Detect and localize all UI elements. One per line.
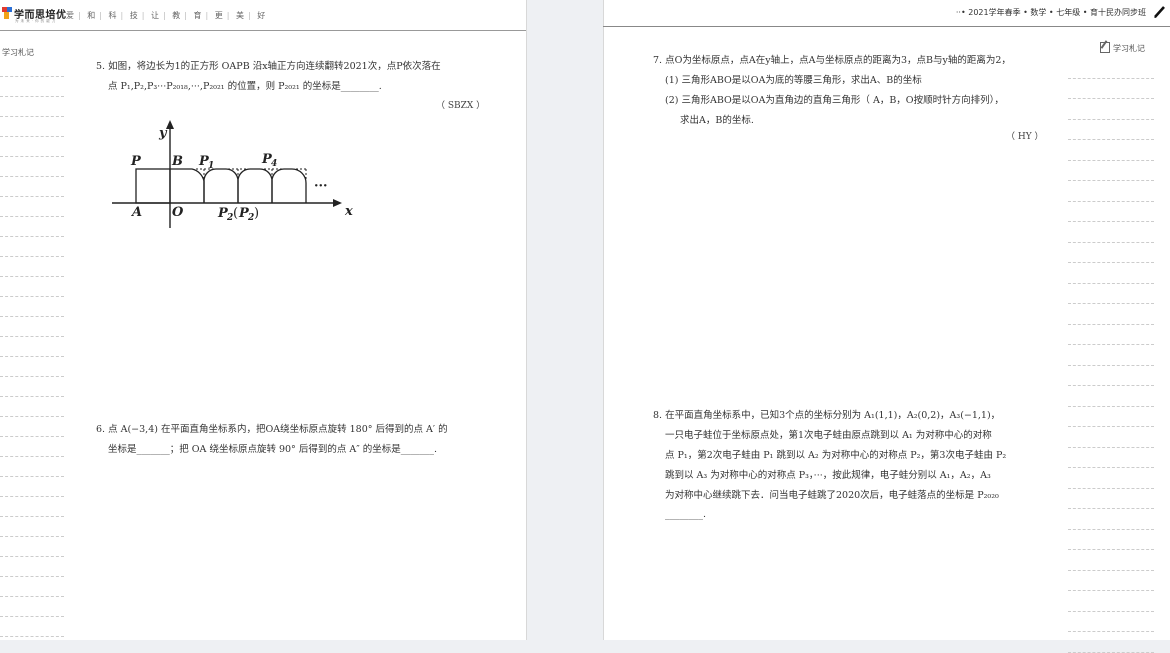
right-header-title: ··• 2021学年春季 • 数学 • 七年级 • 育十民办同步班 — [955, 8, 1146, 17]
notes-label-right-text: 学习札记 — [1113, 44, 1145, 53]
q8-line3: 点 P₁，第2次电子蛙由 P₁ 跳到以 A₂ 为对称中心的对称点 P₂，第3次电… — [665, 450, 1007, 461]
brand-logo-icon — [2, 7, 12, 19]
label-p1-sub: 1 — [208, 161, 214, 171]
slogan-char: 育 — [193, 11, 202, 20]
q8-line1: 8. 在平面直角坐标系中，已知3个点的坐标分别为 A₁(1,1)，A₂(0,2)… — [653, 410, 1001, 421]
square-rotated-4 — [271, 168, 307, 203]
square-rotated-2 — [203, 168, 239, 203]
q8-line2: 一只电子蛙位于坐标原点处，第1次电子蛙由原点跳到以 A₁ 为对称中心的对称 — [665, 430, 992, 441]
q5-line1: 5. 如图，将边长为1的正方形 OAPB 沿x轴正方向连续翻转2021次，点P依… — [96, 61, 441, 72]
q5-figure: y x P B A O P 1 P 4 P 2 ( P 2 ) ··· — [108, 118, 368, 240]
notes-lines-left — [0, 57, 64, 637]
pen-icon — [1154, 6, 1165, 18]
square-oapb — [135, 168, 171, 204]
y-axis-arrow — [166, 120, 174, 129]
q7-line1: 7. 点O为坐标原点，点A在y轴上，点A与坐标原点的距离为3，点B与y轴的距离为… — [653, 55, 1011, 66]
right-page-header: ··• 2021学年春季 • 数学 • 七年级 • 育十民办同步班 — [603, 0, 1170, 27]
label-b: B — [171, 154, 183, 169]
left-page-header: 学而思培优 为 未 来 · 你 的 能 力 爱 | 和 | 科 | 技 | 让 | 教 | … — [0, 0, 526, 31]
label-dots: ··· — [314, 179, 328, 194]
q7-line2: (1) 三角形ABO是以OA为底的等腰三角形，求出A、B的坐标 — [665, 75, 922, 86]
label-p4-sub: 4 — [271, 159, 277, 169]
slogan-char: 和 — [87, 11, 96, 20]
q8-line6: ________. — [665, 509, 707, 520]
q5-source: （ SBZX ） — [436, 101, 486, 111]
label-y: y — [158, 126, 168, 141]
slogan-char: 美 — [236, 11, 244, 20]
notes-label-right: 学习札记 — [1100, 42, 1145, 54]
q8-line5: 为对称中心继续跳下去．问当电子蛙跳了2020次后，电子蛙落点的坐标是 P₂₀₂₀ — [665, 490, 999, 501]
slogan-char: 教 — [172, 11, 181, 20]
q7-line4: 求出A，B的坐标. — [680, 115, 754, 126]
q6-line1: 6. 点 A(−3,4) 在平面直角坐标系内，把OA绕坐标原点旋转 180° 后… — [96, 424, 448, 435]
square-rotated-3 — [237, 168, 273, 203]
q8-line4: 跳到以 A₃ 为对称中心的对称点 P₃，···，按此规律，电子蛙分别以 A₁，A… — [665, 470, 991, 481]
slogan-char: 技 — [129, 11, 138, 20]
rotation-diagram: y x P B A O P 1 P 4 P 2 ( P 2 ) ··· — [112, 120, 353, 228]
brand-tagline: 为 未 来 · 你 的 能 力 — [15, 19, 56, 23]
q7-source: （ HY ） — [1006, 132, 1044, 142]
slogan-char: 更 — [214, 11, 223, 20]
q5-line2: 点 P₁,P₂,P₃···P₂₀₁₈,···,P₂₀₂₁ 的位置，则 P₂₀₂₁… — [108, 81, 382, 92]
svg-text:(: ( — [233, 206, 238, 221]
slogan-char: 科 — [108, 11, 117, 20]
label-x: x — [344, 204, 353, 219]
slogan-char: 爱 — [66, 11, 74, 20]
slogan-char: 好 — [257, 11, 266, 20]
label-p: P — [130, 154, 142, 169]
svg-text:): ) — [254, 206, 259, 221]
square-rotated-1 — [170, 168, 205, 203]
notepad-pen-icon — [1100, 42, 1110, 53]
q6-line2: 坐标是_______；把 OA 绕坐标原点旋转 90° 后得到的点 A″ 的坐标… — [108, 444, 438, 455]
notes-lines-right — [1068, 58, 1154, 653]
slogan: 爱 | 和 | 科 | 技 | 让 | 教 | 育 | 更 | 美 | 好 — [66, 11, 266, 20]
q7-line3: (2) 三角形ABO是以OA为直角边的直角三角形（ A，B，O按顺时针方向排列）… — [665, 95, 1004, 106]
x-axis-arrow — [333, 199, 342, 207]
label-a: A — [130, 205, 142, 220]
slogan-char: 让 — [151, 11, 159, 20]
label-o: O — [172, 205, 184, 220]
